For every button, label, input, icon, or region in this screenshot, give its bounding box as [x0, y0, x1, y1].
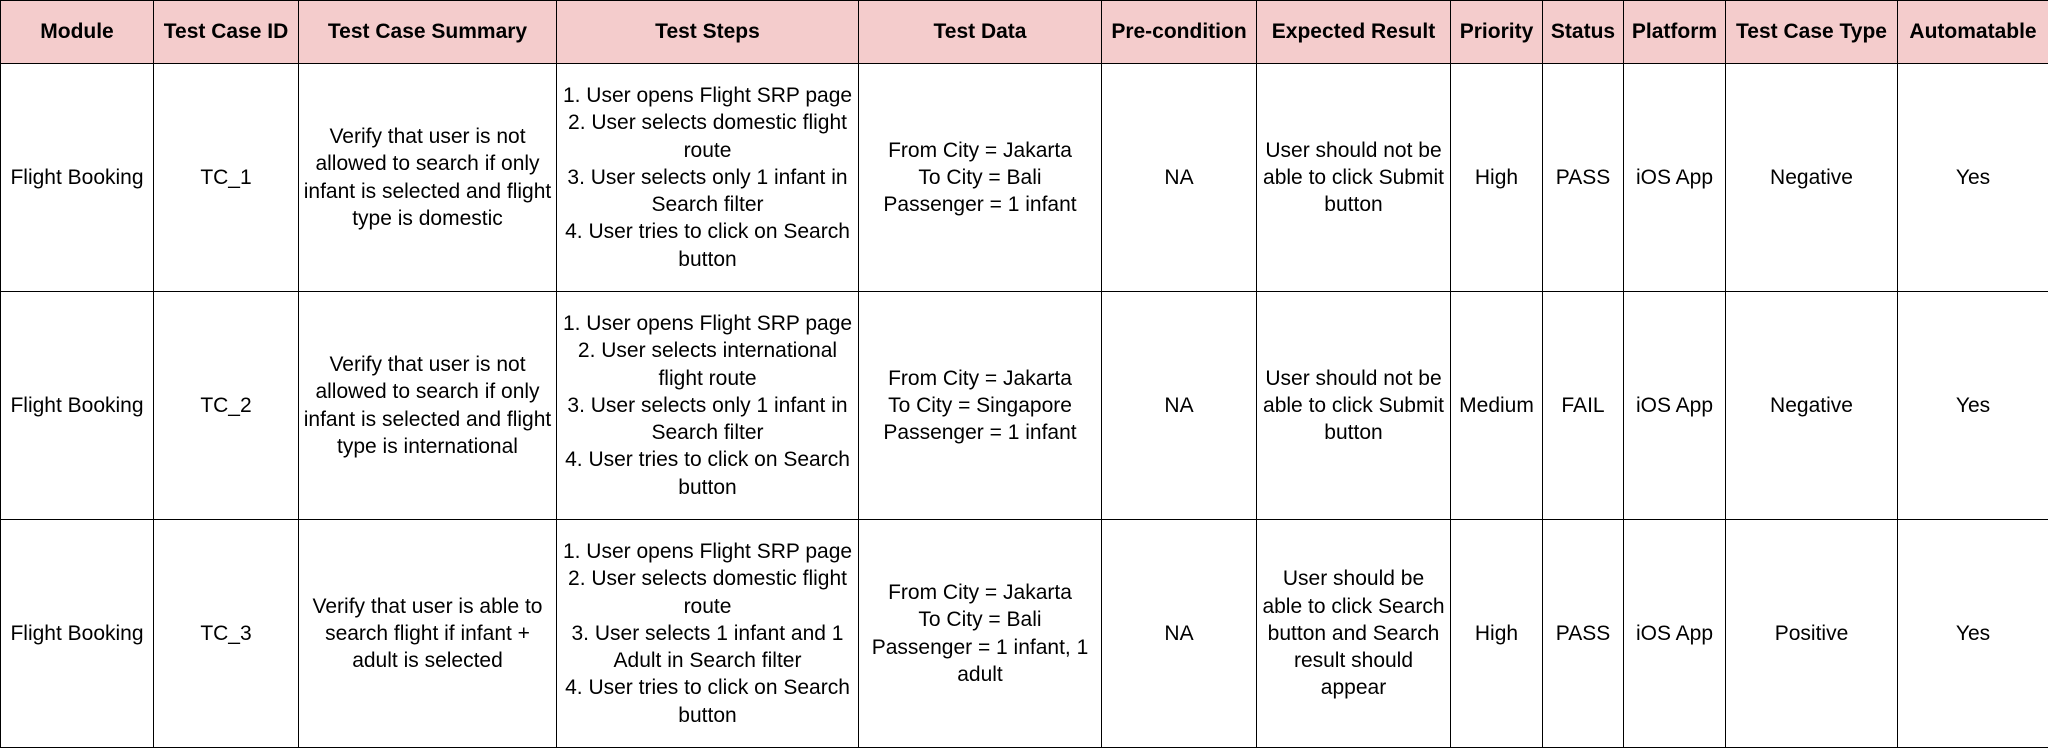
- column-header-expected-result: Expected Result: [1257, 1, 1451, 64]
- cell-expected-result: User should be able to click Search butt…: [1257, 520, 1451, 748]
- header-row: Module Test Case ID Test Case Summary Te…: [1, 1, 2048, 64]
- test-case-table: Module Test Case ID Test Case Summary Te…: [0, 0, 2048, 748]
- cell-status: PASS: [1543, 520, 1624, 748]
- cell-module: Flight Booking: [1, 520, 154, 748]
- column-header-test-data: Test Data: [859, 1, 1102, 64]
- cell-priority: High: [1451, 520, 1543, 748]
- cell-automatable: Yes: [1898, 64, 2048, 292]
- cell-test-case-summary: Verify that user is able to search fligh…: [299, 520, 557, 748]
- cell-test-data: From City = Jakarta To City = Singapore …: [859, 292, 1102, 520]
- column-header-module: Module: [1, 1, 154, 64]
- column-header-test-case-summary: Test Case Summary: [299, 1, 557, 64]
- cell-test-data: From City = Jakarta To City = Bali Passe…: [859, 520, 1102, 748]
- cell-test-data: From City = Jakarta To City = Bali Passe…: [859, 64, 1102, 292]
- cell-priority: High: [1451, 64, 1543, 292]
- cell-expected-result: User should not be able to click Submit …: [1257, 292, 1451, 520]
- cell-test-case-type: Positive: [1726, 520, 1898, 748]
- table-row: Flight Booking TC_2 Verify that user is …: [1, 292, 2048, 520]
- table-header: Module Test Case ID Test Case Summary Te…: [1, 1, 2048, 64]
- cell-status: FAIL: [1543, 292, 1624, 520]
- cell-test-case-id: TC_3: [154, 520, 299, 748]
- cell-module: Flight Booking: [1, 292, 154, 520]
- cell-test-case-id: TC_1: [154, 64, 299, 292]
- cell-status: PASS: [1543, 64, 1624, 292]
- table-row: Flight Booking TC_1 Verify that user is …: [1, 64, 2048, 292]
- cell-pre-condition: NA: [1102, 64, 1257, 292]
- cell-test-case-summary: Verify that user is not allowed to searc…: [299, 292, 557, 520]
- column-header-test-case-id: Test Case ID: [154, 1, 299, 64]
- column-header-test-case-type: Test Case Type: [1726, 1, 1898, 64]
- cell-test-steps: 1. User opens Flight SRP page 2. User se…: [557, 292, 859, 520]
- table-row: Flight Booking TC_3 Verify that user is …: [1, 520, 2048, 748]
- cell-pre-condition: NA: [1102, 520, 1257, 748]
- column-header-status: Status: [1543, 1, 1624, 64]
- cell-test-case-summary: Verify that user is not allowed to searc…: [299, 64, 557, 292]
- column-header-priority: Priority: [1451, 1, 1543, 64]
- cell-test-case-type: Negative: [1726, 64, 1898, 292]
- cell-pre-condition: NA: [1102, 292, 1257, 520]
- cell-platform: iOS App: [1624, 64, 1726, 292]
- column-header-automatable: Automatable: [1898, 1, 2048, 64]
- cell-automatable: Yes: [1898, 520, 2048, 748]
- cell-platform: iOS App: [1624, 292, 1726, 520]
- cell-automatable: Yes: [1898, 292, 2048, 520]
- cell-expected-result: User should not be able to click Submit …: [1257, 64, 1451, 292]
- cell-test-case-id: TC_2: [154, 292, 299, 520]
- cell-test-case-type: Negative: [1726, 292, 1898, 520]
- cell-platform: iOS App: [1624, 520, 1726, 748]
- column-header-pre-condition: Pre-condition: [1102, 1, 1257, 64]
- cell-test-steps: 1. User opens Flight SRP page 2. User se…: [557, 64, 859, 292]
- column-header-test-steps: Test Steps: [557, 1, 859, 64]
- table-body: Flight Booking TC_1 Verify that user is …: [1, 64, 2048, 748]
- cell-test-steps: 1. User opens Flight SRP page 2. User se…: [557, 520, 859, 748]
- cell-priority: Medium: [1451, 292, 1543, 520]
- cell-module: Flight Booking: [1, 64, 154, 292]
- column-header-platform: Platform: [1624, 1, 1726, 64]
